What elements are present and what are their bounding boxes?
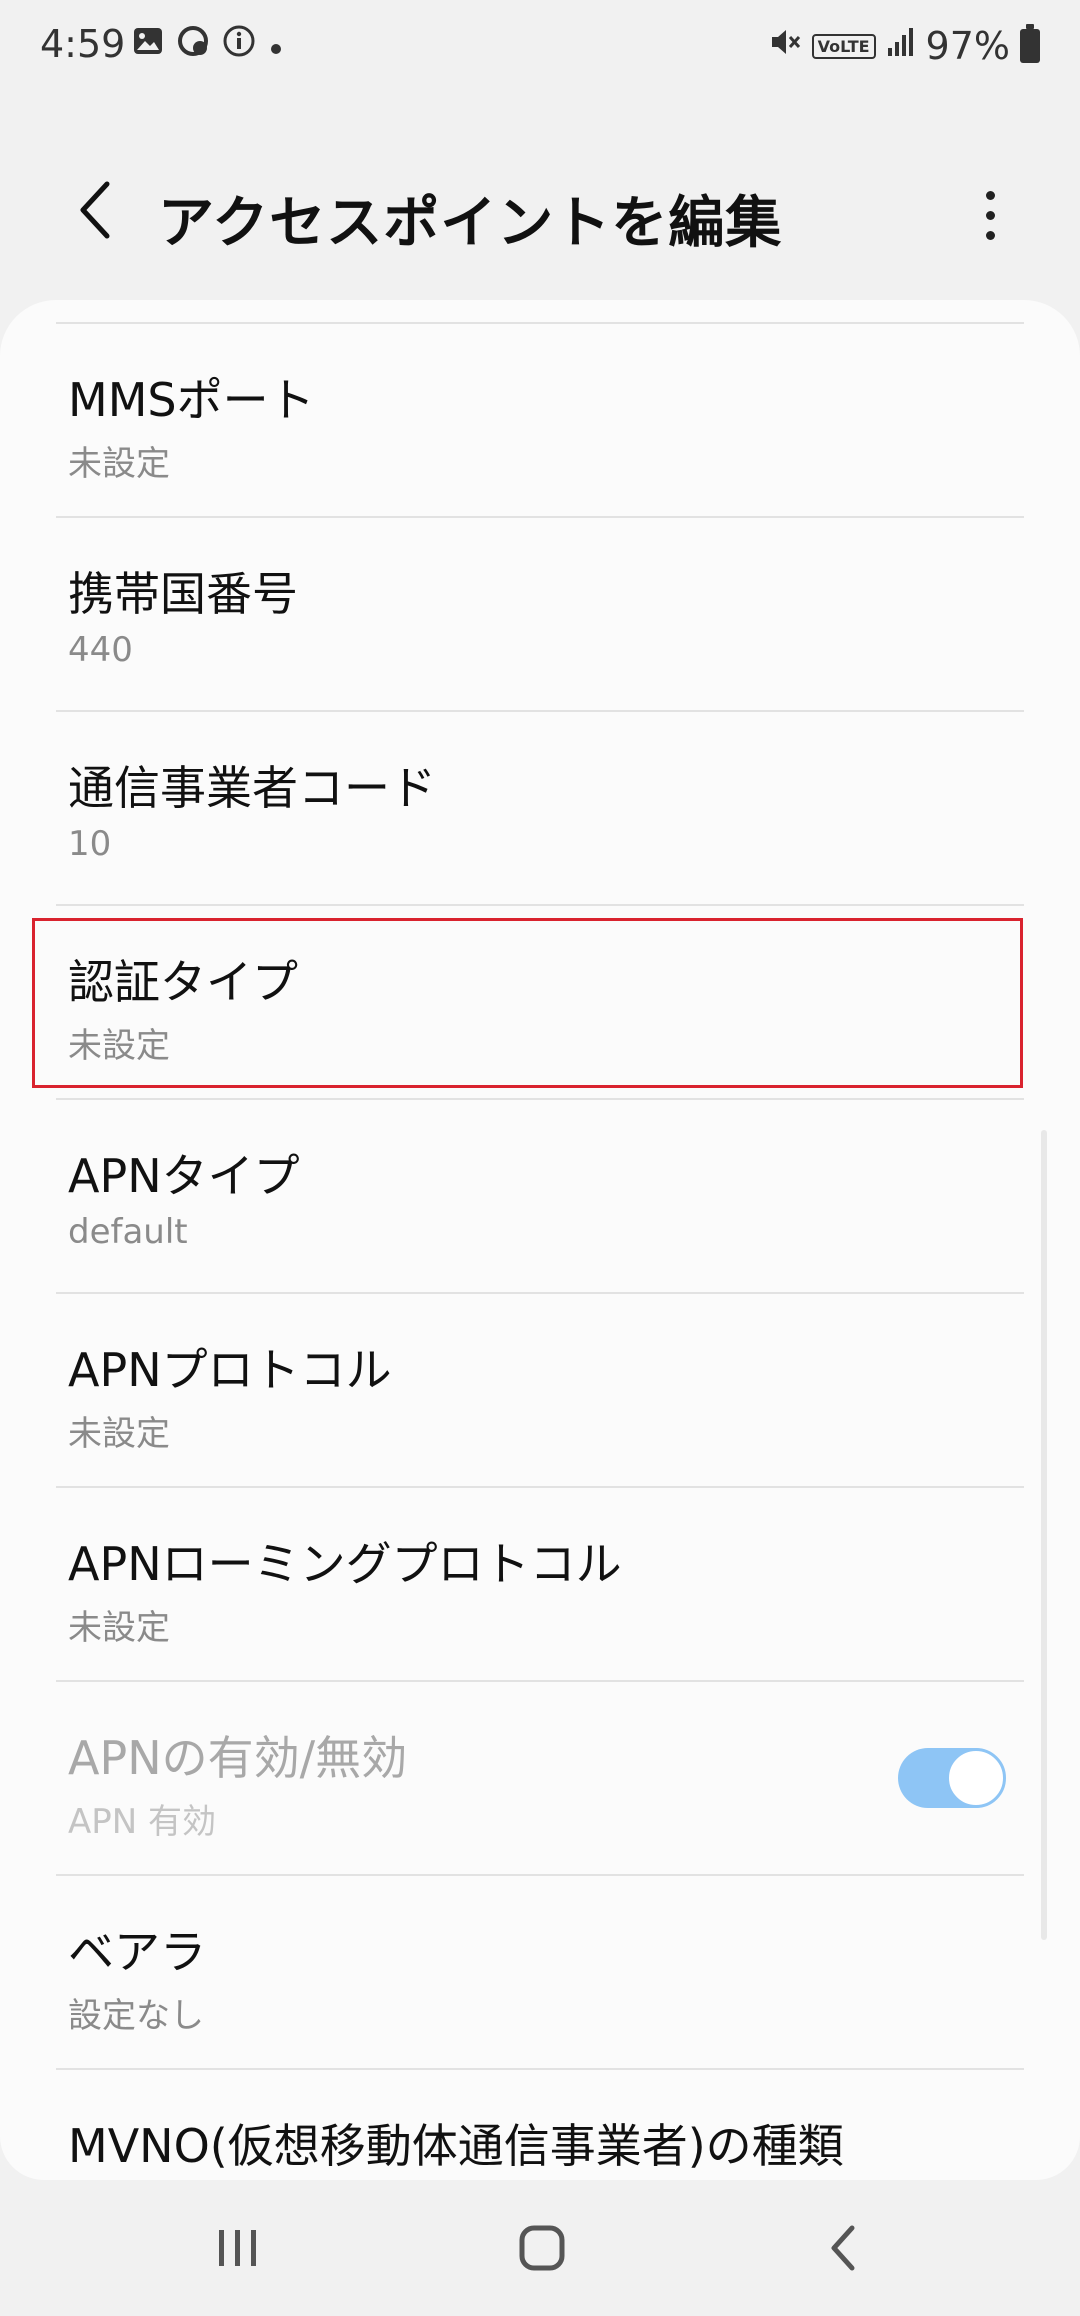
home-button[interactable] bbox=[462, 2180, 622, 2316]
mute-icon bbox=[768, 25, 802, 68]
divider bbox=[56, 710, 1024, 712]
setting-summary: 未設定 bbox=[68, 1608, 170, 1648]
recent-apps-button[interactable] bbox=[158, 2180, 318, 2316]
gallery-icon bbox=[132, 25, 164, 66]
setting-mms-port[interactable]: MMSポート 未設定 bbox=[0, 322, 1080, 516]
divider bbox=[56, 1098, 1024, 1100]
setting-summary: 未設定 bbox=[68, 444, 170, 484]
battery-icon bbox=[1020, 24, 1040, 63]
page-title: アクセスポイントを編集 bbox=[158, 191, 783, 256]
notification-icons bbox=[132, 24, 284, 67]
setting-summary: APN 有効 bbox=[68, 1802, 217, 1842]
more-dot-icon bbox=[985, 210, 995, 220]
setting-title: APNローミングプロトコル bbox=[68, 1537, 622, 1591]
setting-title: APNの有効/無効 bbox=[68, 1731, 408, 1785]
recent-apps-icon bbox=[219, 2230, 256, 2266]
scrollbar[interactable] bbox=[1041, 1130, 1047, 1940]
setting-title: 通信事業者コード bbox=[68, 761, 436, 815]
setting-apn-protocol[interactable]: APNプロトコル 未設定 bbox=[0, 1292, 1080, 1486]
setting-title: APNプロトコル bbox=[68, 1343, 392, 1397]
settings-list: MMSポート 未設定 携帯国番号 440 通信事業者コード 10 認証タイプ 未… bbox=[0, 322, 1080, 2180]
app-bar: アクセスポイントを編集 bbox=[0, 150, 1080, 280]
setting-title: MMSポート bbox=[68, 373, 315, 427]
divider bbox=[56, 904, 1024, 906]
more-options-button[interactable] bbox=[960, 175, 1020, 255]
status-bar: 4:59 VoLTE 97% bbox=[0, 0, 1080, 92]
setting-title: 携帯国番号 bbox=[68, 567, 298, 621]
setting-bearer[interactable]: ベアラ 設定なし bbox=[0, 1874, 1080, 2068]
volte-icon: VoLTE bbox=[811, 33, 876, 59]
nav-back-button[interactable] bbox=[764, 2180, 924, 2316]
sync-icon bbox=[176, 24, 210, 67]
divider bbox=[56, 322, 1024, 324]
setting-apn-roaming-protocol[interactable]: APNローミングプロトコル 未設定 bbox=[0, 1486, 1080, 1680]
setting-mcc[interactable]: 携帯国番号 440 bbox=[0, 516, 1080, 710]
more-dot-icon bbox=[985, 190, 995, 200]
back-icon bbox=[831, 2225, 855, 2271]
setting-title: ベアラ bbox=[68, 1925, 206, 1979]
setting-apn-type[interactable]: APNタイプ default bbox=[0, 1098, 1080, 1292]
more-dot-icon bbox=[985, 230, 995, 240]
apn-enable-toggle[interactable] bbox=[898, 1748, 1006, 1808]
system-icons: VoLTE 97% bbox=[768, 24, 1040, 68]
settings-card: MMSポート 未設定 携帯国番号 440 通信事業者コード 10 認証タイプ 未… bbox=[0, 300, 1080, 2180]
highlight-box bbox=[32, 918, 1023, 1088]
divider bbox=[56, 1680, 1024, 1682]
setting-mnc[interactable]: 通信事業者コード 10 bbox=[0, 710, 1080, 904]
navigation-bar bbox=[0, 2180, 1080, 2316]
divider bbox=[56, 1486, 1024, 1488]
setting-mvno-type[interactable]: MVNO(仮想移動体通信事業者)の種類 bbox=[0, 2068, 1080, 2180]
setting-summary: default bbox=[68, 1212, 188, 1252]
back-button[interactable] bbox=[55, 170, 135, 250]
dot-icon bbox=[268, 26, 284, 66]
setting-summary: 未設定 bbox=[68, 1414, 170, 1454]
divider bbox=[56, 516, 1024, 518]
divider bbox=[56, 1874, 1024, 1876]
setting-summary: 440 bbox=[68, 630, 133, 670]
divider bbox=[56, 1292, 1024, 1294]
setting-summary: 設定なし bbox=[68, 1996, 204, 2036]
setting-apn-enable: APNの有効/無効 APN 有効 bbox=[0, 1680, 1080, 1874]
status-time: 4:59 bbox=[40, 22, 126, 66]
signal-icon bbox=[886, 26, 916, 67]
info-icon bbox=[222, 24, 256, 67]
battery-percentage: 97% bbox=[925, 24, 1010, 68]
setting-title: MVNO(仮想移動体通信事業者)の種類 bbox=[68, 2119, 844, 2173]
home-icon bbox=[519, 2225, 565, 2271]
setting-summary: 10 bbox=[68, 824, 112, 864]
divider bbox=[56, 2068, 1024, 2070]
toggle-knob bbox=[946, 1748, 1006, 1808]
chevron-left-icon bbox=[80, 181, 110, 239]
setting-title: APNタイプ bbox=[68, 1149, 300, 1203]
